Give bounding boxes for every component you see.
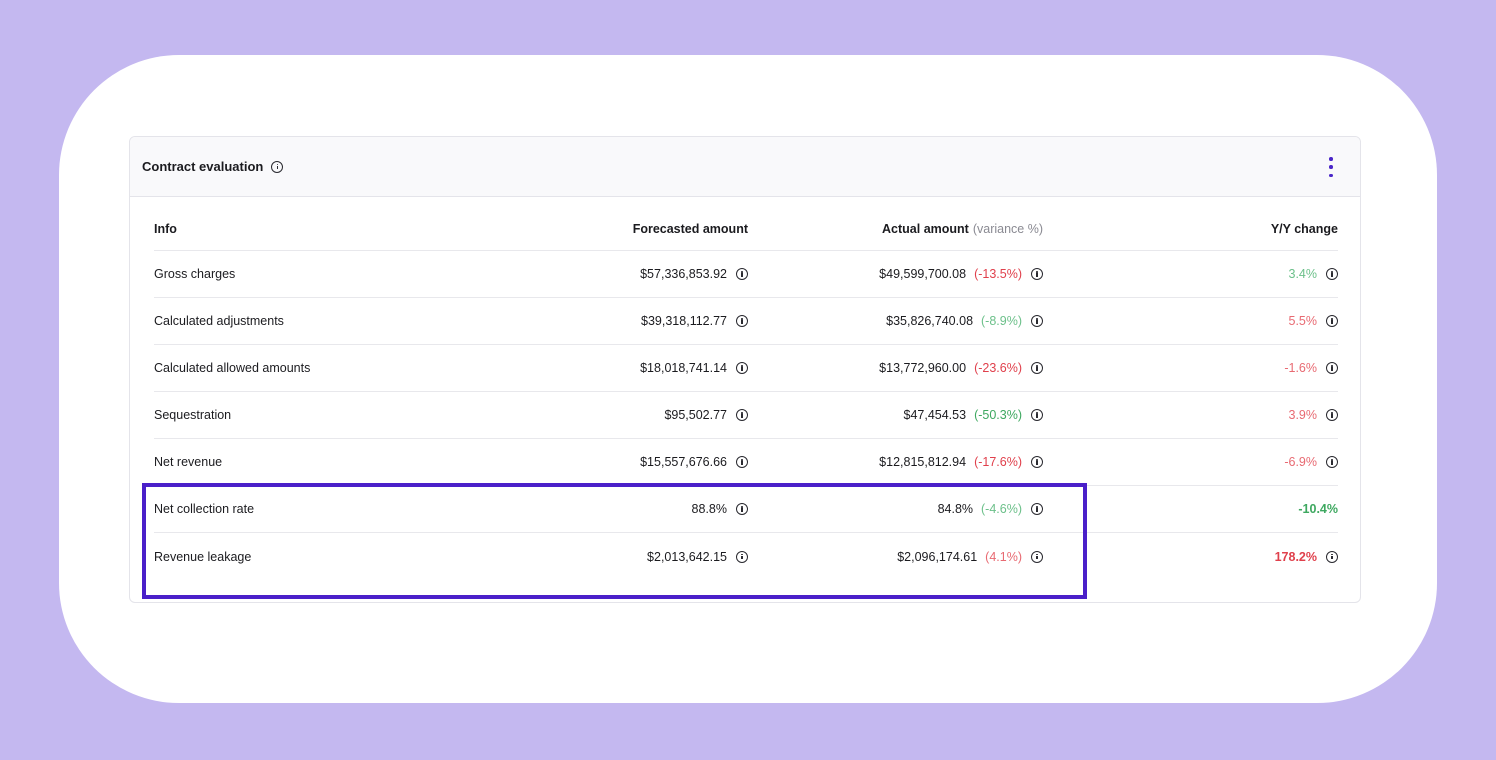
- info-icon[interactable]: [736, 268, 748, 280]
- yy-value: 178.2%: [1274, 549, 1317, 564]
- row-label: Net revenue: [154, 455, 223, 469]
- actual-value: 84.8%: [937, 502, 974, 516]
- variance-value: (-23.6%): [974, 361, 1022, 375]
- table-row: Calculated adjustments $39,318,112.77 $3…: [154, 298, 1338, 345]
- yy-value: -1.6%: [1284, 361, 1317, 375]
- forecasted-value: $15,557,676.66: [640, 455, 727, 469]
- actual-cell: $49,599,700.08 (-13.5%): [879, 267, 1043, 281]
- actual-value: $47,454.53: [903, 408, 967, 422]
- variance-value: (-50.3%): [974, 408, 1022, 422]
- actual-value: $35,826,740.08: [886, 314, 974, 328]
- row-label: Revenue leakage: [154, 549, 252, 564]
- info-icon[interactable]: [1326, 456, 1338, 468]
- info-icon[interactable]: [1326, 362, 1338, 374]
- contract-evaluation-card: Contract evaluation Info Forecasted amou…: [129, 136, 1361, 603]
- card-title: Contract evaluation: [142, 159, 264, 174]
- actual-value: $13,772,960.00: [879, 361, 967, 375]
- info-icon[interactable]: [736, 315, 748, 327]
- actual-cell: $35,826,740.08 (-8.9%): [886, 314, 1043, 328]
- table-row: Calculated allowed amounts $18,018,741.1…: [154, 345, 1338, 392]
- info-icon[interactable]: [1031, 362, 1043, 374]
- forecasted-cell: $15,557,676.66: [640, 455, 748, 469]
- info-icon[interactable]: [736, 550, 748, 563]
- info-icon[interactable]: [1031, 315, 1043, 327]
- actual-cell: $2,096,174.61 (4.1%): [897, 550, 1043, 564]
- info-icon[interactable]: [736, 503, 748, 515]
- forecasted-value: $18,018,741.14: [640, 361, 727, 375]
- variance-value: (-4.6%): [981, 502, 1022, 516]
- column-header-actual: Actual amount (variance %): [882, 222, 1043, 236]
- yy-cell: -1.6%: [1284, 361, 1338, 375]
- info-icon[interactable]: [1031, 503, 1043, 515]
- table-row: Revenue leakage $2,013,642.15 $2,096,174…: [154, 533, 1338, 580]
- info-icon[interactable]: [1031, 550, 1043, 563]
- yy-cell: -6.9%: [1284, 455, 1338, 469]
- actual-cell: 84.8% (-4.6%): [938, 502, 1043, 516]
- info-icon[interactable]: [271, 160, 284, 173]
- forecasted-cell: $2,013,642.15: [647, 550, 748, 564]
- column-header-info: Info: [154, 221, 177, 236]
- table-row: Gross charges $57,336,853.92 $49,599,700…: [154, 251, 1338, 298]
- forecasted-cell: $39,318,112.77: [641, 314, 748, 328]
- yy-cell: 5.5%: [1288, 314, 1338, 328]
- actual-value: $12,815,812.94: [879, 455, 967, 469]
- row-label: Sequestration: [154, 408, 232, 422]
- variance-value: (-13.5%): [974, 267, 1022, 281]
- forecasted-value: 88.8%: [691, 502, 727, 516]
- row-label: Calculated adjustments: [154, 314, 284, 328]
- variance-value: (4.1%): [985, 549, 1022, 564]
- yy-cell: 3.9%: [1288, 408, 1338, 422]
- forecasted-cell: $95,502.77: [664, 408, 748, 422]
- info-icon[interactable]: [1031, 456, 1043, 468]
- forecasted-value: $39,318,112.77: [641, 314, 727, 328]
- actual-value: $49,599,700.08: [879, 267, 967, 281]
- actual-value: $2,096,174.61: [897, 549, 978, 564]
- table-row: Net revenue $15,557,676.66 $12,815,812.9…: [154, 439, 1338, 486]
- yy-cell: 178.2%: [1275, 550, 1338, 564]
- forecasted-value: $57,336,853.92: [640, 267, 727, 281]
- info-icon[interactable]: [736, 362, 748, 374]
- info-icon[interactable]: [1326, 550, 1338, 563]
- actual-cell: $47,454.53 (-50.3%): [903, 408, 1043, 422]
- yy-value: 5.5%: [1288, 314, 1318, 328]
- table-row: Sequestration $95,502.77 $47,454.53 (-50.…: [154, 392, 1338, 439]
- variance-value: (-17.6%): [974, 455, 1022, 469]
- actual-cell: $12,815,812.94 (-17.6%): [879, 455, 1043, 469]
- variance-value: (-8.9%): [981, 314, 1022, 328]
- info-icon[interactable]: [1031, 268, 1043, 280]
- info-icon[interactable]: [736, 409, 748, 421]
- forecasted-cell: 88.8%: [692, 502, 748, 516]
- yy-cell: -10.4%: [1298, 502, 1338, 516]
- actual-cell: $13,772,960.00 (-23.6%): [879, 361, 1043, 375]
- yy-value: 3.9%: [1288, 408, 1318, 422]
- forecasted-cell: $57,336,853.92: [640, 267, 748, 281]
- yy-value: 3.4%: [1288, 267, 1318, 281]
- forecasted-value: $2,013,642.15: [647, 549, 727, 564]
- yy-value: -6.9%: [1284, 455, 1317, 469]
- yy-cell: 3.4%: [1288, 267, 1338, 281]
- evaluation-table: Info Forecasted amount Actual amount (va…: [154, 207, 1338, 580]
- forecasted-cell: $18,018,741.14: [640, 361, 748, 375]
- info-icon[interactable]: [1326, 409, 1338, 421]
- table-header-row: Info Forecasted amount Actual amount (va…: [154, 207, 1338, 251]
- table-row: Net collection rate 88.8% 84.8% (-4.6%) -…: [154, 486, 1338, 533]
- info-icon[interactable]: [1326, 268, 1338, 280]
- kebab-menu-icon[interactable]: [1328, 157, 1334, 177]
- yy-value: -10.4%: [1298, 502, 1338, 516]
- card-header: Contract evaluation: [130, 137, 1360, 197]
- row-label: Net collection rate: [154, 502, 255, 516]
- row-label: Calculated allowed amounts: [154, 361, 311, 375]
- column-header-yy: Y/Y change: [1270, 221, 1338, 236]
- info-icon[interactable]: [1031, 409, 1043, 421]
- column-header-actual-label: Actual amount: [882, 221, 969, 236]
- info-icon[interactable]: [736, 456, 748, 468]
- info-icon[interactable]: [1326, 315, 1338, 327]
- row-label: Gross charges: [154, 267, 236, 281]
- column-header-actual-suffix: (variance %): [972, 221, 1043, 236]
- column-header-forecasted: Forecasted amount: [632, 221, 748, 236]
- forecasted-value: $95,502.77: [664, 408, 727, 422]
